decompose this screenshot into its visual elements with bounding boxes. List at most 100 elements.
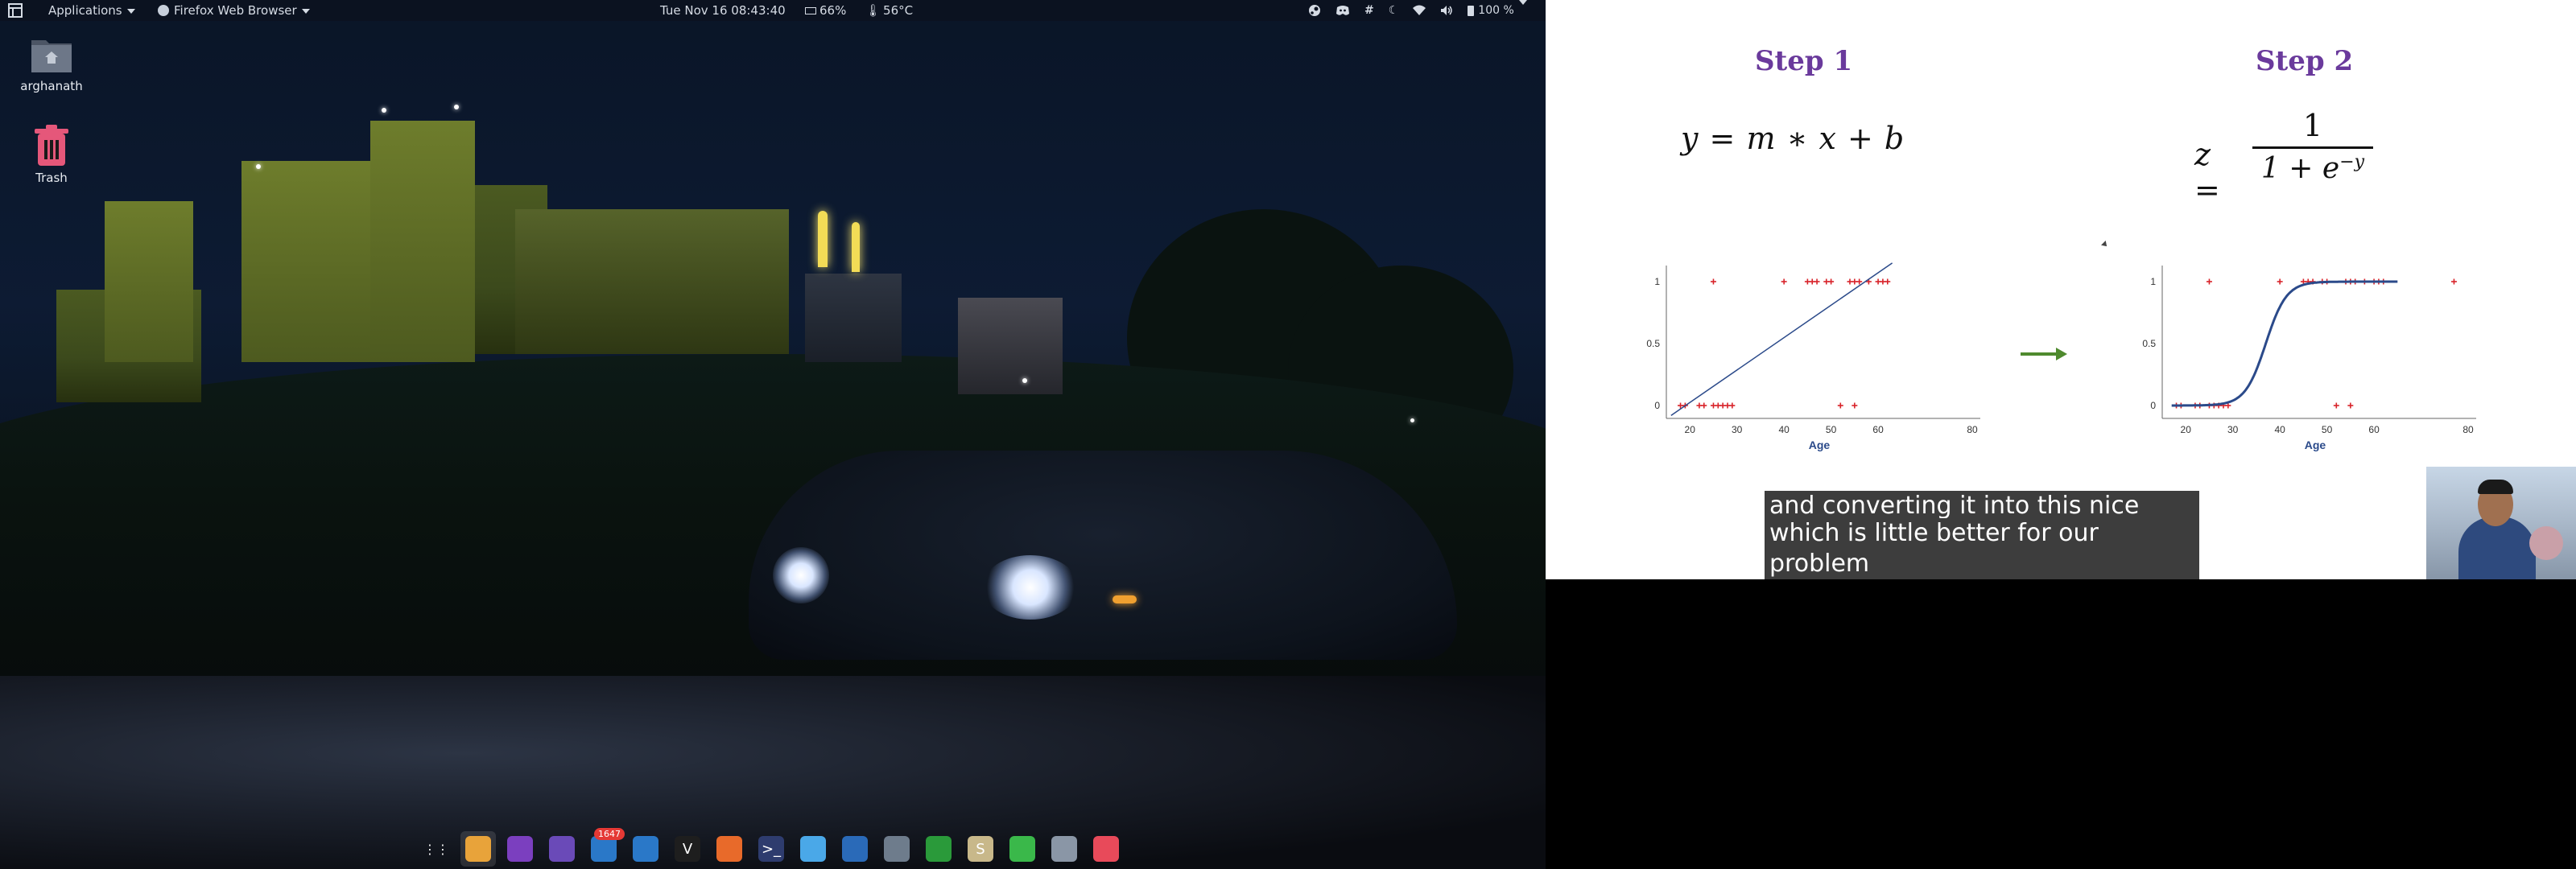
subtitle-caption: and converting it into this nice curve w… xyxy=(1765,491,2199,579)
data-point xyxy=(2206,278,2212,285)
dock-item-visual-studio[interactable] xyxy=(544,831,580,867)
battery-indicator[interactable]: 66% xyxy=(805,0,846,21)
left-monitor-desktop: Applications Firefox Web Browser Tue Nov… xyxy=(0,0,1546,869)
headlight xyxy=(773,547,829,603)
castle-keep xyxy=(370,121,475,362)
dock-item-firefox[interactable] xyxy=(712,831,747,867)
slack-tray-icon[interactable]: # xyxy=(1364,0,1374,21)
light xyxy=(1022,378,1027,383)
files-icon xyxy=(465,836,491,862)
presentation-slide: Step 1 Step 2 y = m ∗ x + b z = 1 1 + e−… xyxy=(1546,0,2576,579)
light xyxy=(256,164,261,169)
dock-item-gear-settings[interactable] xyxy=(1046,831,1082,867)
dock-item-app-grid[interactable]: ⋮⋮ xyxy=(419,831,454,867)
dock-item-terminal[interactable]: >_ xyxy=(753,831,789,867)
castle-wall xyxy=(805,274,902,362)
sigmoid-lhs: z = xyxy=(2194,137,2220,208)
x-tick-label: 20 xyxy=(1685,424,1696,435)
logistic-regression-chart: 0 0.5 1 20 30 40 50 60 80 Age xyxy=(2142,266,2476,451)
x-tick-label: 30 xyxy=(1732,424,1743,435)
step1-title: Step 1 xyxy=(1755,45,1853,77)
applications-menu[interactable]: Applications xyxy=(48,0,135,21)
applications-label: Applications xyxy=(48,3,122,18)
dock-item-scripts[interactable]: S xyxy=(963,831,998,867)
discord-tray-icon[interactable] xyxy=(1335,0,1350,21)
x-tick-label: 20 xyxy=(2181,424,2192,435)
x-tick-label: 30 xyxy=(2227,424,2239,435)
dock: ⋮⋮ 1647 V >_ S xyxy=(419,828,1124,869)
activities-icon[interactable] xyxy=(8,3,23,18)
dock-item-hammer-tool[interactable] xyxy=(1005,831,1040,867)
light xyxy=(454,105,459,109)
y-tick-label: 1 xyxy=(2150,276,2156,287)
dock-item-files[interactable] xyxy=(460,831,496,867)
dock-item-system-monitor[interactable] xyxy=(921,831,956,867)
x-tick-label: 60 xyxy=(2368,424,2380,435)
battery-full-icon xyxy=(1468,5,1475,16)
dock-item-steam[interactable] xyxy=(837,831,873,867)
headlight xyxy=(982,555,1079,620)
dock-item-settings[interactable] xyxy=(879,831,914,867)
steam-icon xyxy=(842,836,868,862)
visual-studio-icon xyxy=(549,836,575,862)
y-tick-label: 0 xyxy=(2150,400,2156,411)
thermometer-icon: 🌡 xyxy=(865,3,881,18)
night-light-icon[interactable]: ☾ xyxy=(1389,0,1399,21)
data-point xyxy=(1781,278,1787,285)
y-tick-label: 0.5 xyxy=(2142,338,2156,349)
trash-icon xyxy=(30,124,73,167)
dock-item-folder[interactable] xyxy=(795,831,831,867)
clock[interactable]: Tue Nov 16 08:43:40 xyxy=(660,0,786,21)
dock-item-mail[interactable]: 1647 xyxy=(586,828,625,867)
battery-icon xyxy=(805,7,816,14)
caption-line-1: and converting it into this nice curve xyxy=(1765,491,2199,518)
data-point xyxy=(2347,402,2354,409)
denominator-base: 1 + e xyxy=(2260,152,2340,185)
desktop-icon-home[interactable]: arghanath xyxy=(19,32,84,93)
dock-item-github-desktop[interactable] xyxy=(502,831,538,867)
dock-item-vim[interactable]: V xyxy=(670,831,705,867)
home-folder-icon xyxy=(30,32,73,76)
dock-item-trash[interactable] xyxy=(1088,831,1124,867)
temperature-indicator[interactable]: 🌡 56°C xyxy=(865,0,913,21)
y-tick-label: 1 xyxy=(1654,276,1660,287)
mouse-cursor xyxy=(2101,241,2109,249)
volume-icon[interactable] xyxy=(1440,0,1453,21)
desktop-icon-label: Trash xyxy=(35,171,68,185)
terminal-icon: >_ xyxy=(758,836,784,862)
regression-line xyxy=(1670,262,1893,416)
right-arrow-icon xyxy=(2021,348,2067,360)
data-point xyxy=(1885,278,1891,285)
data-point xyxy=(2333,402,2339,409)
step2-title: Step 2 xyxy=(2256,45,2354,77)
desktop-icon-trash[interactable]: Trash xyxy=(19,124,84,185)
trash-icon xyxy=(1093,836,1119,862)
temperature-label: 56°C xyxy=(883,3,914,18)
steam-tray-icon[interactable] xyxy=(1308,0,1321,21)
notification-badge: 1647 xyxy=(594,828,625,840)
sigmoid-curve xyxy=(2171,280,2398,407)
system-tray: # ☾ 100 % xyxy=(1308,0,1527,21)
firefox-icon xyxy=(158,5,169,16)
y-tick-label: 0.5 xyxy=(1646,338,1660,349)
data-point xyxy=(1701,402,1707,409)
dock-item-remote-desktop[interactable] xyxy=(628,831,663,867)
data-point xyxy=(2277,278,2283,285)
castle-tower xyxy=(105,201,193,362)
settings-icon xyxy=(884,836,910,862)
wifi-icon[interactable] xyxy=(1413,0,1426,21)
data-point xyxy=(1814,278,1820,285)
gear-settings-icon xyxy=(1051,836,1077,862)
lit-window xyxy=(818,211,828,267)
fraction-bar xyxy=(2252,146,2373,149)
data-point xyxy=(1856,278,1863,285)
github-desktop-icon xyxy=(507,836,533,862)
power-indicator[interactable]: 100 % xyxy=(1468,0,1527,21)
car xyxy=(749,451,1457,660)
active-app-menu[interactable]: Firefox Web Browser xyxy=(158,0,310,21)
folder-icon xyxy=(800,836,826,862)
castle-tower xyxy=(242,161,370,362)
data-point xyxy=(2450,278,2457,285)
x-tick-label: 40 xyxy=(2274,424,2285,435)
presenter-hair xyxy=(2478,480,2513,494)
